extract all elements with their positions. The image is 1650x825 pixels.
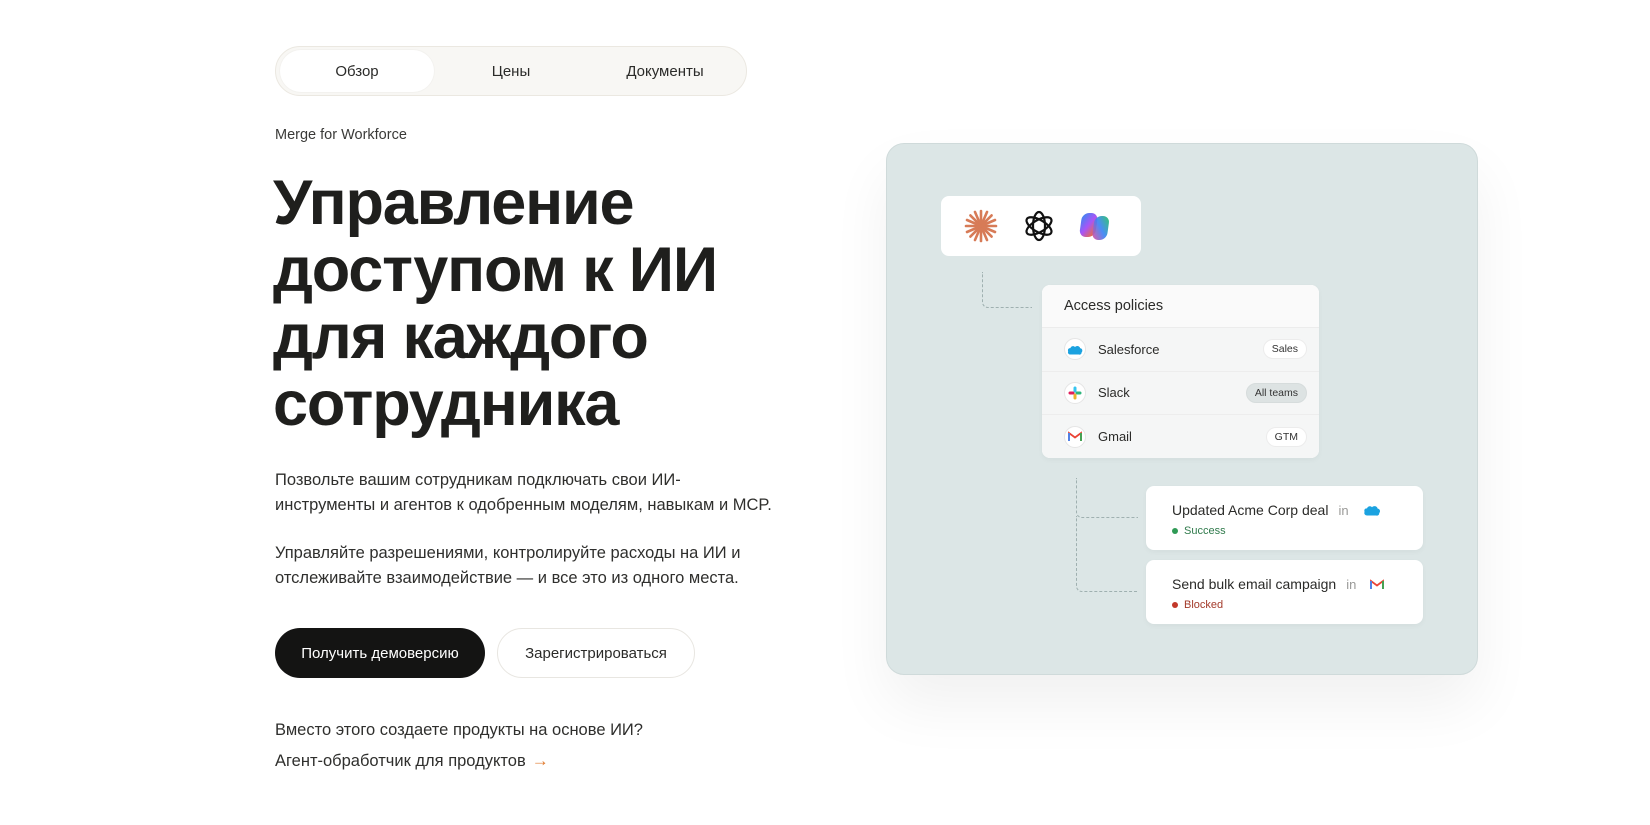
hero-title-line: для каждого — [273, 302, 649, 372]
salesforce-icon — [1064, 338, 1086, 361]
status-dot — [1172, 602, 1178, 608]
get-demo-button[interactable]: Получить демоверсию — [275, 628, 485, 678]
activity-card: Send bulk email campaign in Blocked — [1146, 560, 1423, 624]
activity-in-label: in — [1338, 502, 1349, 518]
alt-question: Вместо этого создаете продукты на основе… — [275, 721, 643, 739]
slack-icon — [1064, 381, 1086, 404]
policy-row-salesforce[interactable]: Salesforce Sales — [1042, 328, 1319, 372]
status-label: Blocked — [1184, 599, 1224, 611]
hero-description: Позвольте вашим сотрудникам подключать с… — [275, 468, 835, 517]
policy-tag: All teams — [1245, 382, 1307, 403]
activity-action: Updated Acme Corp deal — [1172, 502, 1329, 518]
connector-line — [1076, 516, 1138, 592]
hero-description-secondary: Управляйте разрешениями, контролируйте р… — [275, 541, 835, 590]
policy-name: Gmail — [1098, 429, 1132, 445]
product-agent-link[interactable]: Агент-обработчик для продуктов → — [275, 751, 549, 771]
status-label: Success — [1184, 525, 1226, 537]
eyebrow-label: Merge for Workforce — [275, 127, 407, 143]
status-badge: Blocked — [1172, 599, 1423, 611]
hero-title: Управление доступом к ИИ для каждого сот… — [273, 170, 833, 438]
hero-title-line: доступом к ИИ — [273, 235, 718, 305]
description-line: отслеживайте взаимодействие — и все это … — [275, 568, 739, 587]
policy-row-slack[interactable]: Slack All teams — [1042, 371, 1319, 415]
policy-tag: GTM — [1265, 426, 1307, 447]
connector-line — [1076, 478, 1138, 518]
policy-tag: Sales — [1262, 339, 1307, 360]
status-badge: Success — [1172, 525, 1423, 537]
arrow-right-icon: → — [531, 751, 549, 770]
activity-card: Updated Acme Corp deal in Success — [1146, 486, 1423, 550]
activity-action: Send bulk email campaign — [1172, 576, 1337, 592]
hero-title-line: сотрудника — [273, 369, 619, 439]
tab-docs[interactable]: Документы — [588, 50, 742, 92]
product-visual: Access policies Salesforce Sales Slack A… — [886, 143, 1478, 675]
access-policies-title: Access policies — [1042, 285, 1319, 328]
tab-pricing[interactable]: Цены — [434, 50, 588, 92]
page: Обзор Цены Документы Merge for Workforce… — [0, 0, 1650, 825]
gmail-icon — [1064, 425, 1086, 448]
hero-title-line: Управление — [273, 168, 635, 238]
status-dot — [1172, 528, 1178, 534]
policy-name: Slack — [1098, 385, 1130, 401]
policy-name: Salesforce — [1098, 341, 1160, 357]
description-line: инструменты и агентов к одобренным модел… — [275, 495, 772, 514]
product-agent-link-label: Агент-обработчик для продуктов — [275, 751, 526, 770]
description-line: Управляйте разрешениями, контролируйте р… — [275, 544, 741, 562]
description-line: Позвольте вашим сотрудникам подключать с… — [275, 471, 681, 489]
tab-bar: Обзор Цены Документы — [275, 46, 747, 96]
ai-tools-card — [941, 196, 1141, 256]
tab-overview[interactable]: Обзор — [280, 50, 434, 92]
claude-icon — [963, 208, 999, 244]
gmail-icon — [1370, 577, 1388, 591]
policy-row-gmail[interactable]: Gmail GTM — [1042, 415, 1319, 458]
copilot-icon — [1079, 208, 1115, 244]
openai-icon — [1021, 208, 1057, 244]
access-policies-card: Access policies Salesforce Sales Slack A… — [1042, 285, 1319, 458]
activity-in-label: in — [1346, 576, 1357, 592]
sign-up-button[interactable]: Зарегистрироваться — [497, 628, 695, 678]
connector-line — [982, 272, 1032, 308]
salesforce-icon — [1363, 503, 1381, 517]
